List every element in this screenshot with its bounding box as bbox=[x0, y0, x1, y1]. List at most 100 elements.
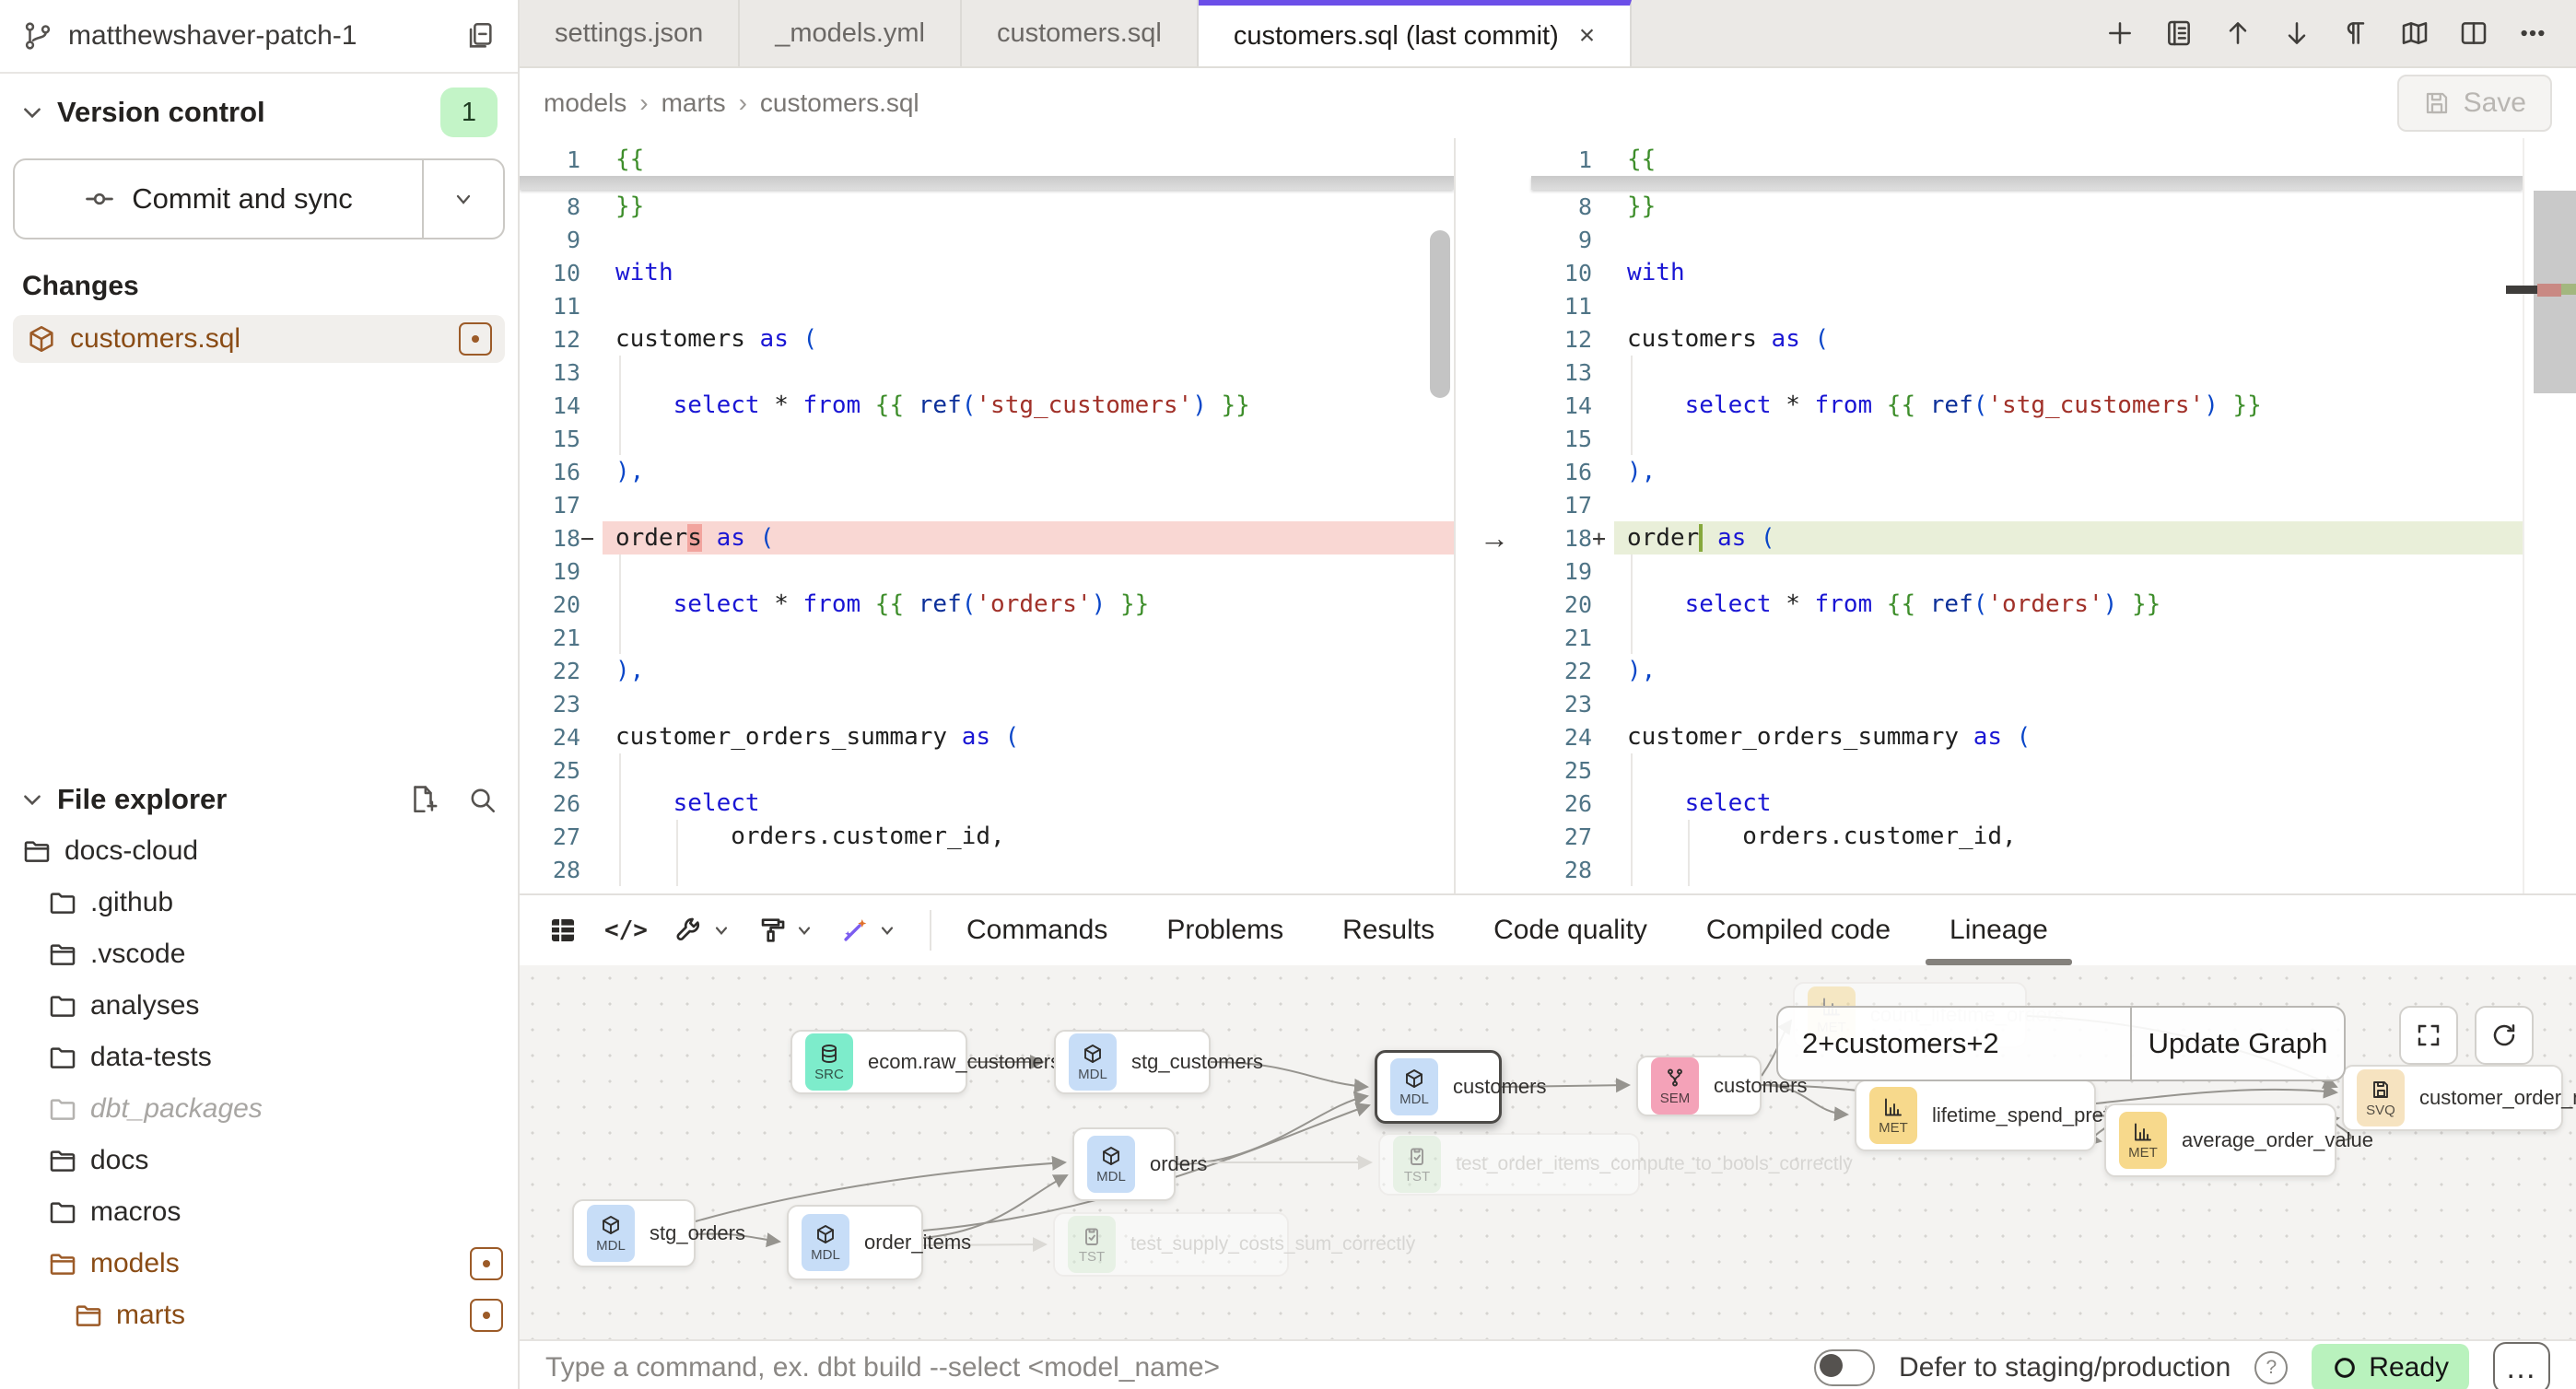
file-explorer-item--github[interactable]: .github bbox=[0, 877, 518, 928]
chevron-down-icon[interactable] bbox=[20, 100, 44, 124]
new-file-icon[interactable] bbox=[407, 784, 439, 815]
close-tab-icon[interactable]: × bbox=[1579, 20, 1596, 52]
lineage-canvas[interactable]: SRCecom.raw_customersMDLstg_customersMDL… bbox=[520, 965, 2576, 1339]
code-line[interactable]: 17 bbox=[520, 488, 1454, 521]
code-line[interactable]: 19 bbox=[1531, 554, 2523, 588]
commit-options-caret[interactable] bbox=[422, 160, 503, 238]
lineage-node-order-items[interactable]: MDLorder_items bbox=[787, 1205, 923, 1280]
file-explorer-item-docs-cloud[interactable]: docs-cloud bbox=[0, 825, 518, 877]
code-line[interactable]: 27 orders.customer_id, bbox=[1531, 820, 2523, 853]
tab--models-yml[interactable]: _models.yml bbox=[740, 0, 962, 66]
lint-format-icon[interactable] bbox=[756, 915, 814, 946]
code-line[interactable]: 15 bbox=[1531, 422, 2523, 455]
lineage-node-orders[interactable]: MDLorders bbox=[1072, 1127, 1176, 1201]
save-button[interactable]: Save bbox=[2397, 75, 2552, 132]
code-line[interactable]: 1{{ bbox=[1531, 143, 2523, 176]
code-line[interactable]: 14 select * from {{ ref('stg_customers')… bbox=[1531, 389, 2523, 422]
code-line[interactable]: 12customers as ( bbox=[520, 322, 1454, 356]
code-line[interactable]: 26 select bbox=[1531, 787, 2523, 820]
lineage-node-test-supply-costs-sum-correctly[interactable]: TSTtest_supply_costs_sum_correctly bbox=[1053, 1212, 1289, 1277]
code-line[interactable]: 22), bbox=[520, 654, 1454, 687]
code-line[interactable]: 22), bbox=[1531, 654, 2523, 687]
code-line[interactable]: 24customer_orders_summary as ( bbox=[520, 720, 1454, 753]
code-line[interactable]: 23 bbox=[1531, 687, 2523, 720]
code-line[interactable]: 11 bbox=[1531, 289, 2523, 322]
results-grid-icon[interactable] bbox=[547, 915, 579, 946]
code-line[interactable]: 9 bbox=[1531, 223, 2523, 256]
code-line[interactable]: 27 orders.customer_id, bbox=[520, 820, 1454, 853]
lineage-node-test-order-items-compute-to-bools-correctly[interactable]: TSTtest_order_items_compute_to_bools_cor… bbox=[1378, 1133, 1640, 1196]
tab-customers-sql[interactable]: customers.sql bbox=[962, 0, 1199, 66]
file-explorer-item-dbt-packages[interactable]: dbt_packages bbox=[0, 1083, 518, 1135]
lineage-node-stg-orders[interactable]: MDLstg_orders bbox=[572, 1199, 696, 1267]
code-line[interactable]: 10with bbox=[520, 256, 1454, 289]
code-line[interactable]: 19 bbox=[520, 554, 1454, 588]
chevron-down-icon[interactable] bbox=[20, 788, 44, 811]
changed-file-customers-sql[interactable]: customers.sql bbox=[13, 315, 505, 363]
code-line[interactable]: 12customers as ( bbox=[1531, 322, 2523, 356]
lineage-node-customer-order-metrics[interactable]: SVQcustomer_order_metrics bbox=[2342, 1065, 2563, 1131]
map-icon[interactable] bbox=[2395, 14, 2434, 53]
code-line[interactable]: 8}} bbox=[520, 190, 1454, 223]
breadcrumb-part[interactable]: models bbox=[544, 88, 626, 118]
arrow-down-icon[interactable] bbox=[2277, 14, 2316, 53]
outline-icon[interactable] bbox=[2160, 14, 2198, 53]
help-icon[interactable]: ? bbox=[2254, 1351, 2288, 1384]
panel-tab-results[interactable]: Results bbox=[1313, 895, 1464, 965]
code-line[interactable]: 14 select * from {{ ref('stg_customers')… bbox=[520, 389, 1454, 422]
code-line[interactable]: 18+order as ( bbox=[1531, 521, 2523, 554]
code-line[interactable]: 1{{ bbox=[520, 143, 1454, 176]
code-line[interactable]: 28 bbox=[520, 853, 1454, 886]
code-line[interactable]: 24customer_orders_summary as ( bbox=[1531, 720, 2523, 753]
code-line[interactable]: 9 bbox=[520, 223, 1454, 256]
code-line[interactable]: 25 bbox=[520, 753, 1454, 787]
diff-pane-original[interactable]: 1{{ 8}}910with1112customers as (1314 sele… bbox=[520, 138, 1454, 893]
code-compile-icon[interactable]: </> bbox=[604, 916, 648, 944]
file-explorer-item-models[interactable]: models bbox=[0, 1238, 518, 1290]
file-explorer-item-data-tests[interactable]: data-tests bbox=[0, 1032, 518, 1083]
collapsed-region-band[interactable] bbox=[1531, 176, 2523, 190]
code-line[interactable]: 21 bbox=[520, 621, 1454, 654]
code-line[interactable]: 25 bbox=[1531, 753, 2523, 787]
more-options-button[interactable]: … bbox=[2493, 1342, 2550, 1389]
code-line[interactable]: 10with bbox=[1531, 256, 2523, 289]
code-line[interactable]: 23 bbox=[520, 687, 1454, 720]
ai-fix-icon[interactable] bbox=[839, 915, 896, 946]
update-graph-button[interactable]: Update Graph bbox=[2130, 1008, 2344, 1080]
lineage-node-ecom-raw-customers[interactable]: SRCecom.raw_customers bbox=[790, 1030, 967, 1094]
file-explorer-item-docs[interactable]: docs bbox=[0, 1135, 518, 1186]
panel-tab-code-quality[interactable]: Code quality bbox=[1464, 895, 1677, 965]
command-input[interactable]: Type a command, ex. dbt build --select <… bbox=[545, 1352, 1790, 1383]
copy-branch-icon[interactable] bbox=[464, 20, 496, 52]
file-explorer-item-macros[interactable]: macros bbox=[0, 1186, 518, 1238]
code-line[interactable]: 21 bbox=[1531, 621, 2523, 654]
code-line[interactable]: 8}} bbox=[1531, 190, 2523, 223]
code-line[interactable]: 18−orders as ( bbox=[520, 521, 1454, 554]
defer-toggle[interactable] bbox=[1814, 1349, 1875, 1386]
status-badge[interactable]: Ready bbox=[2312, 1344, 2469, 1389]
code-line[interactable]: 11 bbox=[520, 289, 1454, 322]
code-line[interactable]: 20 select * from {{ ref('orders') }} bbox=[520, 588, 1454, 621]
code-line[interactable]: 17 bbox=[1531, 488, 2523, 521]
more-icon[interactable] bbox=[2513, 14, 2552, 53]
panel-tab-compiled-code[interactable]: Compiled code bbox=[1677, 895, 1920, 965]
pilcrow-icon[interactable] bbox=[2336, 14, 2375, 53]
lineage-node-average-order-value[interactable]: METaverage_order_value bbox=[2104, 1103, 2336, 1177]
commit-and-sync-button[interactable]: Commit and sync bbox=[13, 158, 505, 239]
file-explorer-item--vscode[interactable]: .vscode bbox=[0, 928, 518, 980]
lineage-node-lifetime-spend-pretax[interactable]: METlifetime_spend_pretax bbox=[1855, 1080, 2096, 1151]
tab-customers-sql-last-commit-[interactable]: customers.sql (last commit)× bbox=[1199, 0, 1632, 66]
diff-pane-modified[interactable]: 1{{ 8}}910with1112customers as (1314 sele… bbox=[1531, 138, 2523, 893]
lineage-selector-input[interactable]: 2+customers+2 bbox=[1778, 1008, 2130, 1080]
panel-tab-commands[interactable]: Commands bbox=[937, 895, 1137, 965]
code-line[interactable]: 28 bbox=[1531, 853, 2523, 886]
lineage-node-customers[interactable]: SEMcustomers bbox=[1636, 1056, 1762, 1116]
code-line[interactable]: 20 select * from {{ ref('orders') }} bbox=[1531, 588, 2523, 621]
code-line[interactable]: 13 bbox=[1531, 356, 2523, 389]
collapsed-region-band[interactable] bbox=[520, 176, 1454, 190]
code-line[interactable]: 26 select bbox=[520, 787, 1454, 820]
diff-revert-arrow-icon[interactable]: → bbox=[1478, 521, 1511, 554]
code-line[interactable]: 13 bbox=[520, 356, 1454, 389]
build-wrench-icon[interactable] bbox=[673, 915, 731, 946]
plus-icon[interactable] bbox=[2101, 14, 2139, 53]
